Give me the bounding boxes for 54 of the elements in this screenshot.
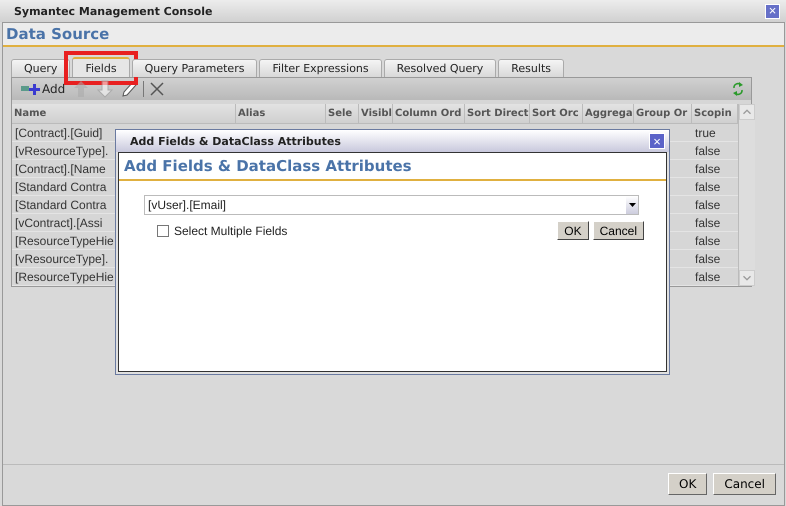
scroll-up-icon[interactable]: [739, 104, 755, 120]
checkbox-label: Select Multiple Fields: [174, 224, 288, 238]
table-cell-text: [vResourceType].: [14, 252, 110, 266]
dialog-button[interactable]: Cancel: [713, 473, 776, 495]
column-header[interactable]: Visibl: [359, 104, 393, 123]
tab[interactable]: Fields: [72, 57, 130, 77]
dialog-button[interactable]: OK: [557, 221, 589, 240]
column-header[interactable]: Sort Direct: [465, 104, 530, 123]
dialog-button[interactable]: Cancel: [592, 221, 644, 240]
caret-icon: [628, 203, 636, 207]
column-header[interactable]: Sele: [326, 104, 359, 123]
checkbox[interactable]: [157, 224, 169, 236]
table-cell-text: false: [694, 144, 722, 158]
column-header[interactable]: Sort Orc: [530, 104, 583, 123]
table-cell-text: [ResourceTypeHie: [14, 234, 115, 248]
tab[interactable]: Filter Expressions: [259, 59, 382, 77]
table-cell-text: false: [694, 180, 722, 194]
table-cell-text: [Standard Contra: [14, 180, 108, 194]
refresh-icon[interactable]: [731, 81, 745, 97]
table-cell-text: false: [694, 270, 722, 284]
column-header[interactable]: Alias: [236, 104, 326, 123]
tab[interactable]: Query: [11, 59, 70, 77]
delete-icon[interactable]: [148, 82, 166, 96]
table-cell-text: false: [694, 162, 722, 176]
column-header[interactable]: Name: [12, 104, 236, 123]
table-cell-text: [Contract].[Name: [14, 162, 107, 176]
table-cell-text: false: [694, 234, 722, 248]
table-cell-text: [Standard Contra: [14, 198, 108, 212]
dialog-title: Add Fields & DataClass Attributes: [130, 134, 342, 148]
table-cell-text: true: [694, 126, 717, 140]
column-header[interactable]: Group Or: [634, 104, 692, 123]
window-title: Symantec Management Console: [14, 4, 214, 18]
table-cell-text: false: [694, 198, 722, 212]
tab[interactable]: Query Parameters: [132, 59, 258, 77]
table-cell-text: [Contract].[Guid]: [14, 126, 104, 140]
tab[interactable]: Resolved Query: [384, 59, 496, 77]
scrollbar[interactable]: [738, 104, 755, 286]
table-cell-text: [vContract].[Assi: [14, 216, 104, 230]
table-cell-text: false: [694, 216, 722, 230]
table-cell-text: false: [694, 252, 722, 266]
table-cell-text: [ResourceTypeHie: [14, 270, 115, 284]
column-header[interactable]: Aggrega: [583, 104, 634, 123]
close-button[interactable]: ×: [649, 133, 665, 149]
scroll-down-icon[interactable]: [739, 270, 755, 286]
close-button[interactable]: ×: [765, 4, 780, 18]
field-dropdown[interactable]: [vUser].[Email]: [144, 195, 639, 215]
tab[interactable]: Results: [498, 59, 564, 77]
column-header[interactable]: Column Ord: [393, 104, 465, 123]
add-icon: [20, 82, 40, 96]
dialog-button[interactable]: OK: [668, 473, 708, 495]
table-cell-text: [vResourceType].: [14, 144, 110, 158]
add-button[interactable]: Add: [18, 82, 68, 96]
page-heading: Data Source: [3, 23, 784, 47]
dialog-heading: Add Fields & DataClass Attributes: [119, 153, 666, 181]
